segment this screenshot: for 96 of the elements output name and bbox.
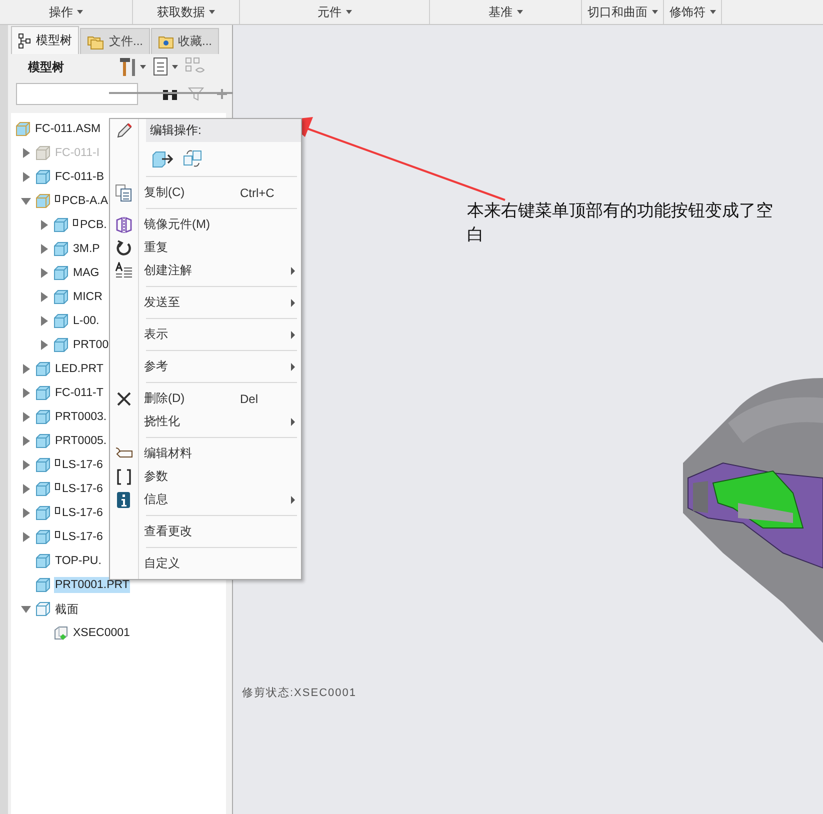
tree-item[interactable]: MICR [72, 289, 104, 305]
menu-item[interactable]: 删除(D) Del [110, 387, 301, 410]
menu-item[interactable]: 参数 [110, 465, 301, 488]
plus-icon[interactable] [216, 88, 228, 100]
dropdown-caret-icon[interactable] [172, 65, 178, 69]
part-cube-icon [35, 457, 51, 473]
tree-item[interactable]: PRT0005. [54, 433, 108, 449]
menu-item[interactable]: 自定义 [110, 552, 301, 575]
ribbon-group-menu[interactable]: 基准 [430, 0, 582, 24]
info-icon [115, 491, 133, 509]
menu-item[interactable]: 挠性化 [110, 410, 301, 433]
search-field[interactable] [16, 83, 138, 105]
tree-item[interactable]: FC-011-B [54, 169, 105, 185]
ribbon-group-menu[interactable]: 修饰符 [664, 0, 722, 24]
tree-item[interactable]: PRT0003. [54, 409, 108, 425]
tree-item[interactable]: LS-17-6 [54, 505, 104, 521]
part-cube-icon [35, 409, 51, 425]
part-cube-icon [53, 217, 69, 233]
copy-icon [115, 184, 133, 202]
folders-icon [87, 34, 105, 50]
part-cube-icon [53, 265, 69, 281]
part-cube-icon [35, 601, 51, 617]
ribbon-group-menu[interactable]: 切口和曲面 [582, 0, 664, 24]
part-cube-icon [35, 361, 51, 377]
tree-item[interactable]: XSEC0001 [72, 625, 131, 641]
filter-icon[interactable] [188, 86, 204, 102]
move-cube-icon[interactable] [152, 150, 174, 168]
mirror-icon [115, 216, 133, 234]
menu-item[interactable]: 镜像元件(M) [110, 213, 301, 236]
tree-structure-icon [18, 32, 32, 48]
part-cube-icon [35, 505, 51, 521]
tree-item[interactable]: 截面 [54, 600, 80, 618]
part-cube-icon [35, 385, 51, 401]
replace-cubes-icon[interactable] [182, 149, 204, 169]
tree-item[interactable]: TOP-PU. [54, 553, 102, 569]
panel-tab[interactable]: 文件... [80, 28, 150, 54]
part-cube-icon [35, 553, 51, 569]
part-cube-icon [53, 289, 69, 305]
menu-item[interactable]: 创建注解 [110, 259, 301, 282]
menu-item[interactable]: 表示 [110, 323, 301, 346]
list-settings-icon[interactable] [152, 57, 170, 77]
assembly-cube-icon [35, 193, 51, 209]
ribbon-group-menu[interactable]: 获取数据 [133, 0, 240, 24]
section-state-label: 修剪状态:XSEC0001 [242, 686, 356, 700]
panel-tab[interactable]: 收藏... [151, 28, 220, 54]
submenu-arrow-icon [291, 362, 295, 370]
panel-tab[interactable]: 模型树 [11, 26, 79, 54]
part-cube-icon [35, 577, 51, 593]
tree-item[interactable]: L-00. [72, 313, 100, 329]
tree-item[interactable]: PCB. [72, 217, 108, 233]
submenu-arrow-icon [291, 418, 295, 426]
menu-item[interactable]: 查看更改 [110, 520, 301, 543]
menu-header: 编辑操作: [150, 122, 202, 139]
part-cube-icon [35, 169, 51, 185]
ribbon-group-menu[interactable]: 元件 [240, 0, 430, 24]
menu-item[interactable]: 信息 [110, 488, 301, 511]
part-cube-icon [53, 241, 69, 257]
tree-item[interactable]: PRT0001.PRT [54, 577, 130, 593]
panel-title: 模型树 [28, 58, 65, 76]
submenu-arrow-icon [291, 330, 295, 338]
submenu-arrow-icon [291, 266, 295, 274]
tree-item[interactable]: PRT00 [72, 337, 110, 353]
brackets-icon [115, 468, 133, 486]
part-cube-icon [35, 433, 51, 449]
delete-x-icon [115, 390, 133, 408]
menu-item[interactable]: 发送至 [110, 291, 301, 314]
tree-item[interactable]: LS-17-6 [54, 481, 104, 497]
submenu-arrow-icon [291, 298, 295, 306]
part-cube-icon [53, 313, 69, 329]
menu-item[interactable]: 参考 [110, 355, 301, 378]
tools-icon[interactable] [118, 56, 138, 78]
tree-item[interactable]: PCB-A.A [54, 193, 110, 209]
tree-item[interactable]: LS-17-6 [54, 529, 104, 545]
part-cube-icon [35, 145, 51, 161]
menu-item[interactable]: 编辑材料 [110, 442, 301, 465]
menu-item[interactable]: 复制(C) Ctrl+C [110, 181, 301, 204]
ribbon-group-menu[interactable]: 操作 [0, 0, 133, 24]
repeat-arrow-icon [115, 239, 133, 257]
tree-item[interactable]: LS-17-6 [54, 457, 104, 473]
tree-item[interactable]: 3M.P [72, 241, 101, 257]
annotation-icon [115, 262, 133, 280]
favorites-folder-icon [158, 34, 174, 48]
tree-item[interactable]: FC-011.ASM [34, 121, 102, 137]
note-text: 本来右键菜单顶部有的功能按钮变成了空白 [467, 200, 774, 246]
part-cube-icon [53, 337, 69, 353]
submenu-arrow-icon [291, 496, 295, 504]
dropdown-caret-icon[interactable] [140, 65, 146, 69]
menu-item[interactable]: 重复 [110, 236, 301, 259]
section-cube-icon [53, 625, 69, 641]
part-cube-icon [35, 481, 51, 497]
tree-item[interactable]: MAG [72, 265, 100, 281]
pencil-icon [115, 122, 133, 140]
assembly-cube-icon [15, 121, 31, 137]
tree-item[interactable]: LED.PRT [54, 361, 104, 377]
tree-item[interactable]: FC-011-T [54, 385, 104, 401]
part-cube-icon [35, 529, 51, 545]
